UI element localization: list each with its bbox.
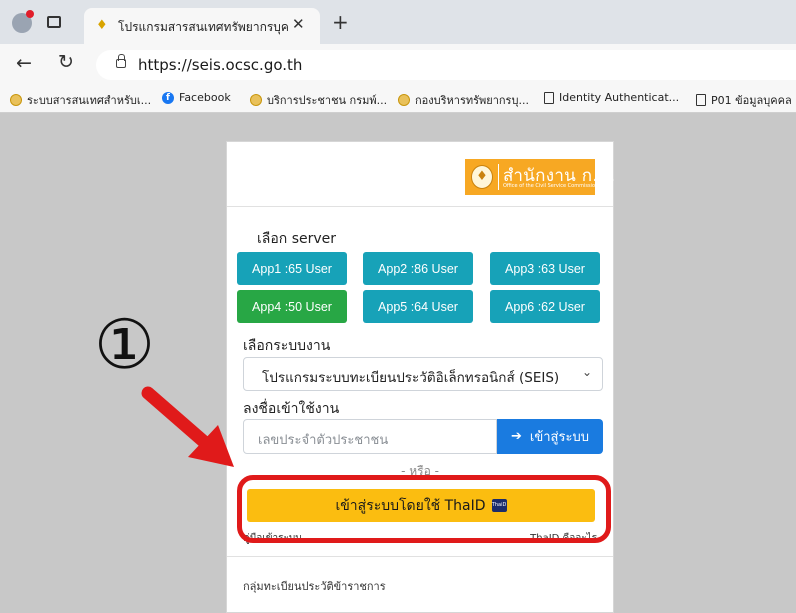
site-favicon-icon: ♦ <box>96 18 108 33</box>
url-field[interactable]: https://seis.ocsc.go.th <box>96 50 796 80</box>
notification-dot-icon <box>26 10 34 18</box>
bookmark-item[interactable]: บริการประชาชน กรมพ์... <box>250 91 387 109</box>
facebook-icon: f <box>162 91 174 104</box>
server-label: เลือก server <box>257 231 337 247</box>
tab-title: โปรแกรมสารสนเทศทรัพยากรบุคคล - <box>118 20 288 34</box>
reload-icon[interactable]: ↻ <box>58 51 74 73</box>
server-app5-button[interactable]: App5 :64 User <box>363 290 473 323</box>
bookmark-label: บริการประชาชน กรมพ์... <box>267 94 388 107</box>
page-icon <box>544 91 554 104</box>
divider <box>227 556 613 557</box>
lock-icon[interactable] <box>116 54 126 68</box>
server-app1-button[interactable]: App1 :65 User <box>237 252 347 285</box>
login-label: ลงชื่อเข้าใช้งาน <box>243 401 340 417</box>
ocsc-logo: ♦ สำนักงาน ก.พ. Office of the Civil Serv… <box>465 159 615 195</box>
address-bar-row: ← ↻ https://seis.ocsc.go.th <box>0 44 796 86</box>
tab-close-icon[interactable]: ✕ <box>292 15 305 33</box>
divider <box>227 206 613 207</box>
citizen-id-input[interactable]: เลขประจำตัวประชาชน <box>243 419 497 454</box>
tab-actions-icon[interactable] <box>47 16 61 28</box>
bookmark-item[interactable]: P01 ข้อมูลบุคคล <box>696 91 792 109</box>
bookmark-label: Facebook <box>179 91 231 104</box>
logo-divider <box>498 164 499 190</box>
ocsc-seal-icon: ♦ <box>471 165 493 189</box>
bookmark-item[interactable]: Identity Authenticat... <box>544 91 679 104</box>
red-arrow-icon <box>141 386 234 467</box>
system-select-value: โปรแกรมระบบทะเบียนประวัติอิเล็กทรอนิกส์ … <box>262 370 560 386</box>
citizen-id-placeholder: เลขประจำตัวประชาชน <box>258 433 389 448</box>
bookmark-label: Identity Authenticat... <box>559 91 680 104</box>
system-select[interactable]: โปรแกรมระบบทะเบียนประวัติอิเล็กทรอนิกส์ … <box>243 357 603 391</box>
server-app6-button[interactable]: App6 :62 User <box>490 290 600 323</box>
ocsc-seal-icon <box>10 94 22 106</box>
new-tab-icon[interactable]: + <box>332 10 349 34</box>
page-icon <box>696 94 706 106</box>
highlight-box <box>237 475 611 543</box>
back-arrow-icon[interactable]: ← <box>16 52 32 74</box>
bookmark-label: ระบบสารสนเทศสำหรับเ... <box>27 94 152 107</box>
url-text: https://seis.ocsc.go.th <box>138 56 303 74</box>
bookmark-label: กองบริหารทรัพยากรบุ... <box>415 94 529 107</box>
browser-tab[interactable]: ♦ โปรแกรมสารสนเทศทรัพยากรบุคคล - ✕ <box>84 8 320 44</box>
server-app2-button[interactable]: App2 :86 User <box>363 252 473 285</box>
footer-text: กลุ่มทะเบียนประวัติข้าราชการ <box>243 580 386 593</box>
server-app3-button[interactable]: App3 :63 User <box>490 252 600 285</box>
bookmark-item[interactable]: ระบบสารสนเทศสำหรับเ... <box>10 91 151 109</box>
ocsc-seal-icon <box>250 94 262 106</box>
step-number-annotation: ① <box>94 306 155 385</box>
system-label: เลือกระบบงาน <box>243 338 331 354</box>
arrow-right-icon: ➔ <box>511 429 522 444</box>
ocsc-seal-icon <box>398 94 410 106</box>
bookmark-label: P01 ข้อมูลบุคคล <box>711 94 792 107</box>
bookmark-item[interactable]: กองบริหารทรัพยากรบุ... <box>398 91 529 109</box>
logo-subtext: Office of the Civil Service Commission <box>503 183 599 189</box>
chevron-down-icon: ⌄ <box>581 365 592 379</box>
bookmark-item[interactable]: f Facebook <box>162 91 231 104</box>
bookmarks-bar: ระบบสารสนเทศสำหรับเ... f Facebook บริการ… <box>0 86 796 113</box>
login-button-label: เข้าสู่ระบบ <box>529 430 589 445</box>
server-app4-button[interactable]: App4 :50 User <box>237 290 347 323</box>
browser-tab-bar: ♦ โปรแกรมสารสนเทศทรัพยากรบุคคล - ✕ + <box>0 0 796 44</box>
login-button[interactable]: ➔ เข้าสู่ระบบ <box>497 419 603 454</box>
